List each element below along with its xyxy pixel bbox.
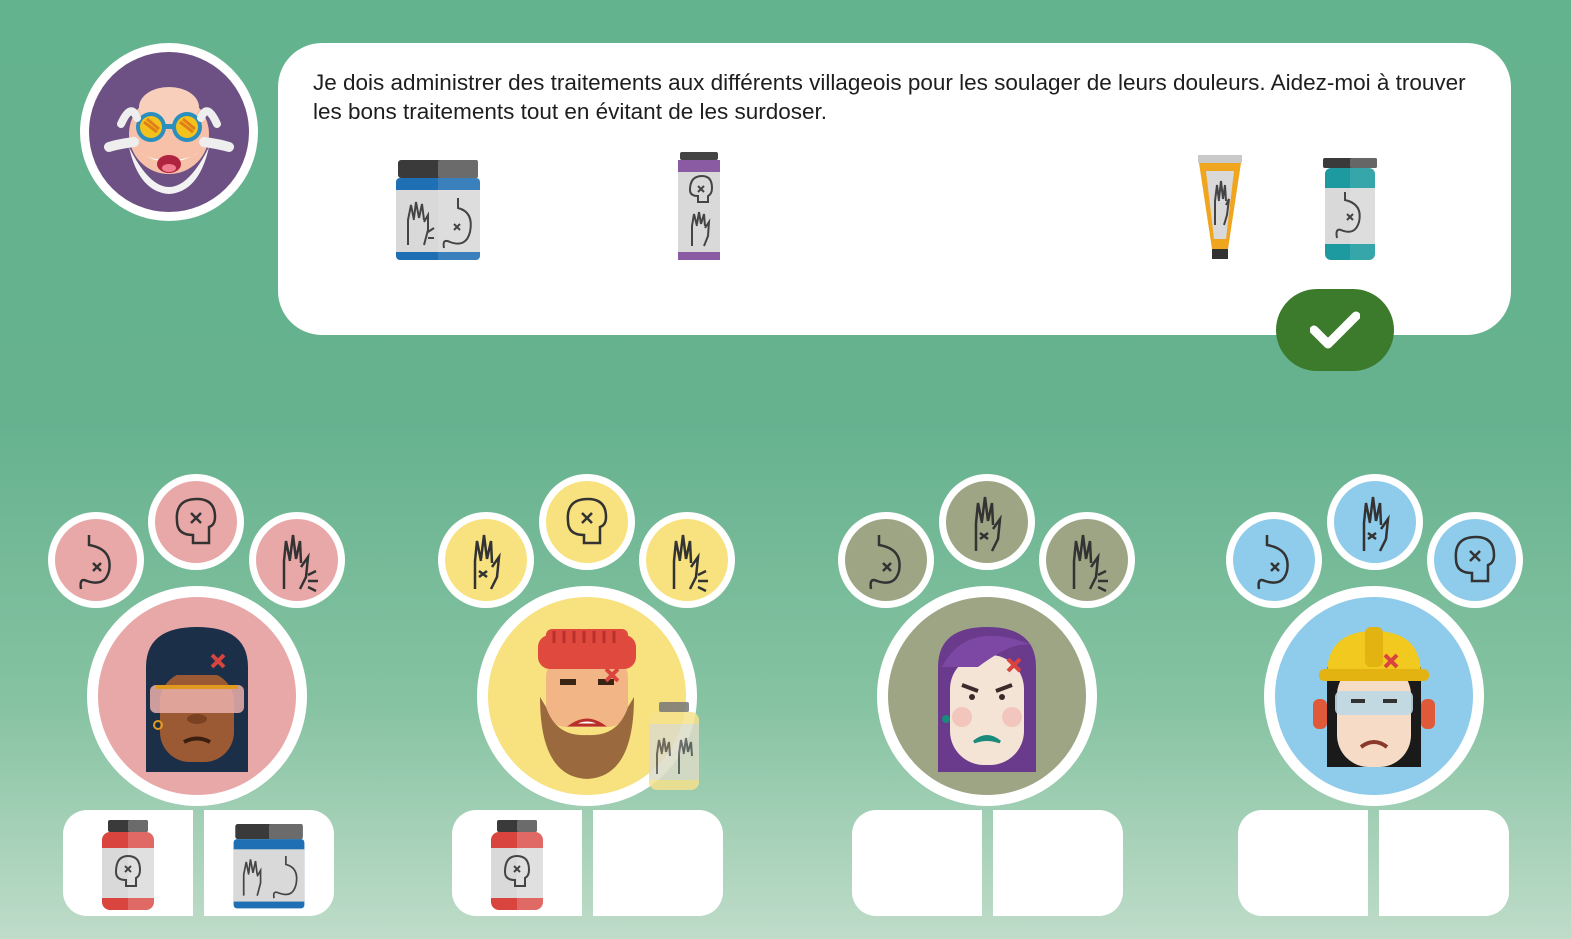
villager-1-slot-2[interactable] xyxy=(204,810,334,916)
red-bottle-icon xyxy=(491,820,543,910)
yellow-vial-icon xyxy=(649,702,699,790)
stomach-icon xyxy=(79,535,111,590)
symptom-hand xyxy=(939,474,1035,570)
treatment-yellow-tube[interactable] xyxy=(1198,155,1242,266)
villager-3-slot-1[interactable] xyxy=(852,810,982,916)
treatment-teal-bottle[interactable] xyxy=(1323,158,1377,267)
doctor-avatar xyxy=(80,43,258,221)
symptom-brain xyxy=(148,474,244,570)
symptom-stomach xyxy=(48,512,144,608)
stomach-icon xyxy=(869,535,901,590)
hand-joint-icon xyxy=(672,534,708,593)
treatment-blue-jar[interactable] xyxy=(396,160,480,267)
symptom-stomach xyxy=(838,512,934,608)
brain-icon xyxy=(1454,535,1496,583)
brain-icon xyxy=(566,497,608,545)
confirm-button[interactable] xyxy=(1276,289,1394,371)
symptom-hand-joint xyxy=(1039,512,1135,608)
villager-1-slot-1[interactable] xyxy=(63,810,193,916)
symptom-hand-joint xyxy=(249,512,345,608)
hand-icon xyxy=(1362,496,1390,552)
dragged-yellow-vial[interactable] xyxy=(645,702,703,795)
check-icon xyxy=(1310,311,1360,349)
villager-3-slot-2[interactable] xyxy=(993,810,1123,916)
red-bottle-icon xyxy=(102,820,154,910)
symptom-stomach xyxy=(1226,512,1322,608)
symptom-hand xyxy=(1327,474,1423,570)
hand-icon xyxy=(974,496,1002,552)
symptom-brain xyxy=(539,474,635,570)
blue-jar-icon xyxy=(233,824,305,909)
symptom-brain xyxy=(1427,512,1523,608)
brain-icon xyxy=(175,497,217,545)
hand-icon xyxy=(473,534,501,590)
hand-joint-icon xyxy=(1072,534,1108,593)
symptom-hand xyxy=(438,512,534,608)
treatment-purple-vial[interactable] xyxy=(678,152,720,265)
hand-joint-icon xyxy=(282,534,318,593)
villager-3-portrait xyxy=(877,586,1097,806)
villager-2-slot-2[interactable] xyxy=(593,810,723,916)
villager-4-slot-1[interactable] xyxy=(1238,810,1368,916)
dialog-message: Je dois administrer des traitements aux … xyxy=(313,70,1466,124)
villager-1-portrait xyxy=(87,586,307,806)
villager-2-slot-1[interactable] xyxy=(452,810,582,916)
stomach-icon xyxy=(1257,535,1289,590)
symptom-hand-joint xyxy=(639,512,735,608)
villager-4-slot-2[interactable] xyxy=(1379,810,1509,916)
villager-4-portrait xyxy=(1264,586,1484,806)
